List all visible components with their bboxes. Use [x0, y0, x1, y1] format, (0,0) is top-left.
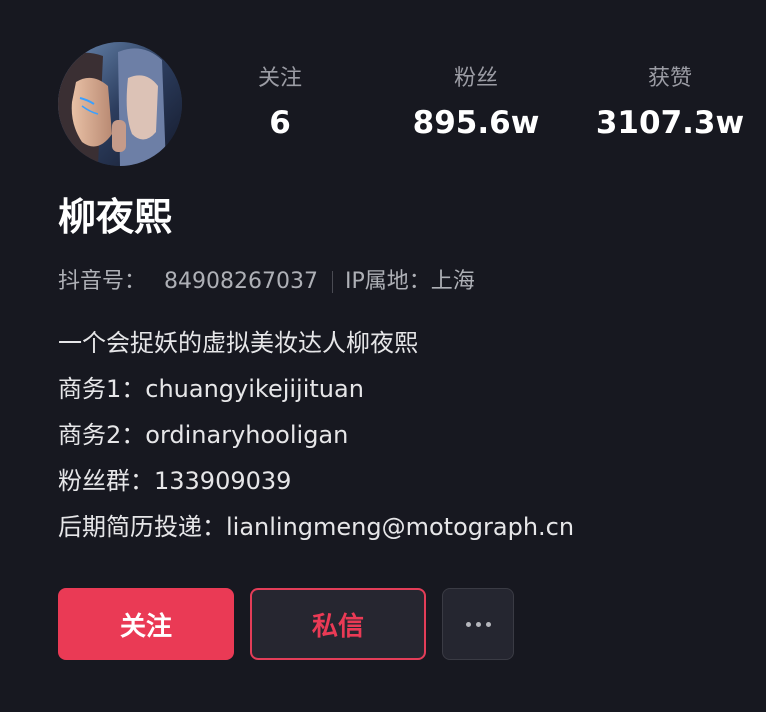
stat-value: 895.6w: [412, 105, 540, 141]
douyin-id: 84908267037: [164, 269, 318, 294]
stat-following[interactable]: 关注 6: [182, 62, 378, 144]
profile-name: 柳夜熙: [58, 195, 173, 239]
bio-line: 粉丝群：133909039: [58, 467, 292, 495]
avatar[interactable]: [58, 42, 182, 166]
stat-value: 6: [269, 105, 291, 141]
bio-line: 商务2：ordinaryhooligan: [58, 421, 349, 449]
stat-value: 3107.3w: [595, 105, 745, 141]
stat-label: 获赞: [647, 66, 692, 91]
ip-location: IP属地：上海: [344, 269, 475, 294]
stat-label: 关注: [257, 66, 302, 91]
avatar-image: [58, 42, 182, 166]
stat-followers[interactable]: 粉丝 895.6w: [378, 62, 574, 144]
message-button[interactable]: 私信: [250, 588, 426, 660]
bio-line: 商务1：chuangyikejijituan: [58, 375, 364, 403]
profile-bio: 一个会捉妖的虚拟美妆达人柳夜熙 商务1：chuangyikejijituan 商…: [58, 320, 574, 550]
meta-divider: [331, 271, 333, 293]
stat-likes[interactable]: 获赞 3107.3w: [572, 62, 766, 144]
follow-button-label: 关注: [119, 611, 172, 642]
more-button[interactable]: [442, 588, 514, 660]
follow-button[interactable]: 关注: [58, 588, 234, 660]
profile-stats: 关注 6 粉丝 895.6w 获赞 3107.3w: [182, 62, 766, 152]
message-button-label: 私信: [311, 611, 364, 642]
bio-line: 后期简历投递：lianlingmeng@motograph.cn: [58, 513, 575, 541]
stat-label: 粉丝: [453, 66, 498, 91]
profile-meta: 抖音号： 84908267037 IP属地：上海: [58, 265, 475, 299]
more-dots-icon: [465, 621, 491, 627]
douyin-id-label: 抖音号：: [58, 269, 147, 294]
bio-line: 一个会捉妖的虚拟美妆达人柳夜熙: [58, 329, 418, 357]
